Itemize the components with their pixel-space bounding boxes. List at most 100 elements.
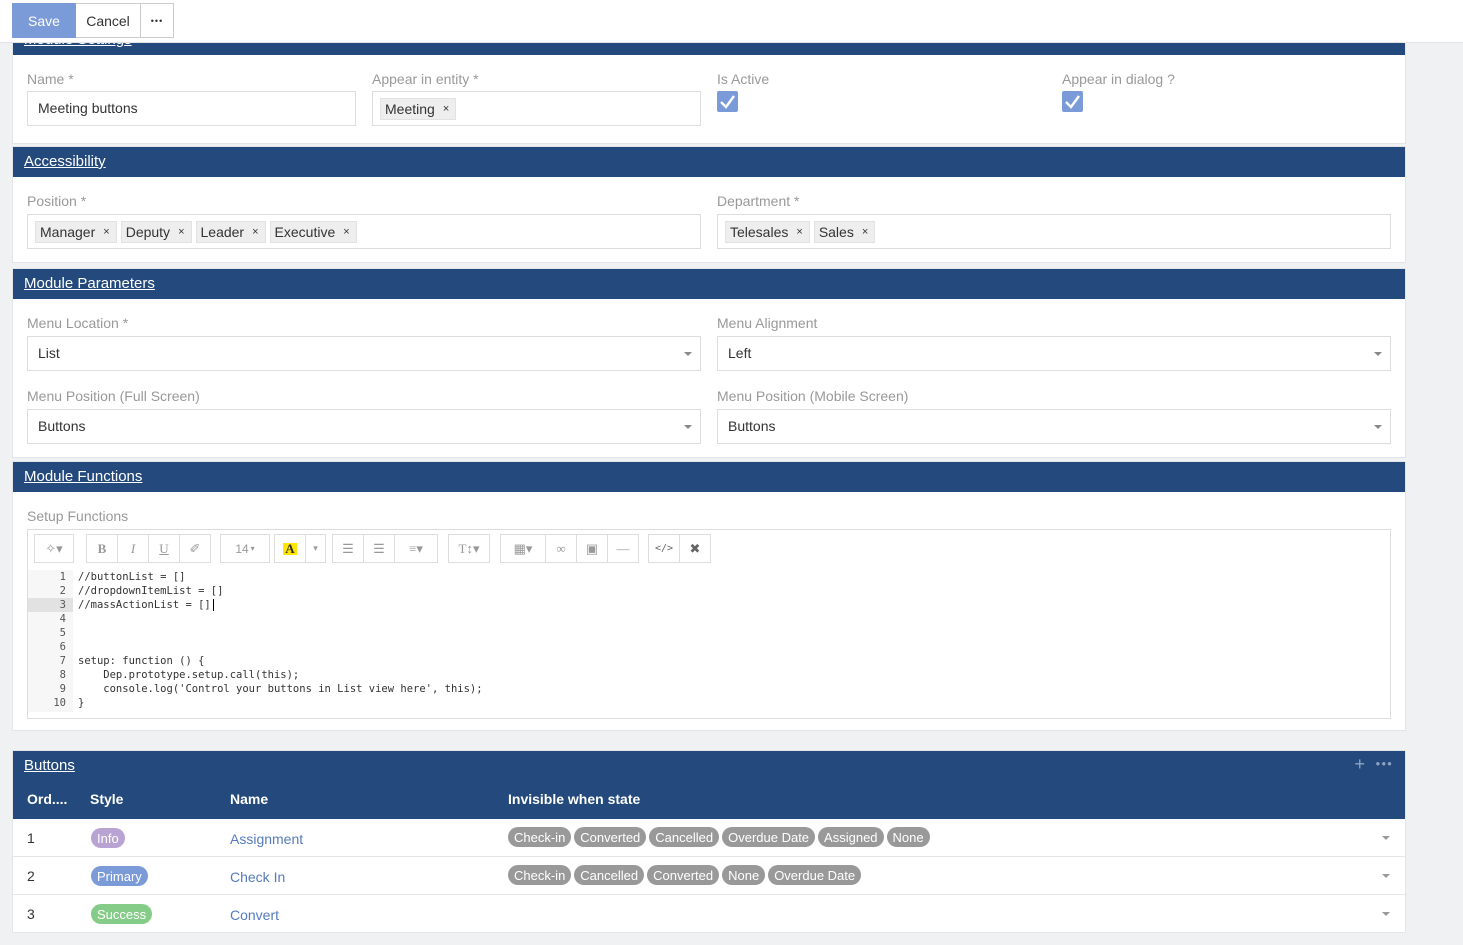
align-button[interactable]: ≡▾ [394,534,438,563]
code-line: //dropdownItemList = [] [78,585,224,597]
add-icon[interactable]: + [1354,754,1365,775]
bold-button[interactable]: B [86,534,118,563]
button-name-link[interactable]: Assignment [230,831,303,847]
link-icon: ∞ [556,540,566,556]
italic-icon: I [130,540,136,556]
tag-label: Executive [274,224,336,240]
department-field[interactable]: Telesales × Sales × [717,214,1391,249]
code-line: } [78,697,85,709]
tag-label: Manager [40,224,96,240]
panel-title[interactable]: Buttons [24,757,75,774]
tag-label: Deputy [125,224,171,240]
buttons-panel: Buttons + ●●● Ord.... Style Name Invisib… [12,750,1406,933]
panel-title[interactable]: Module Parameters [24,275,155,292]
row-actions-chevron-down-icon[interactable] [1382,874,1390,878]
remove-tag-icon[interactable]: × [343,226,349,238]
state-badge: Cancelled [574,865,645,885]
underline-button[interactable]: U [148,534,180,563]
remove-tag-icon[interactable]: × [252,226,258,238]
eraser-icon: ✐ [189,540,201,556]
column-order[interactable]: Ord.... [27,791,67,807]
panel-title[interactable]: Module Settings [24,31,132,48]
column-style[interactable]: Style [90,791,123,807]
code-area[interactable]: 1 //buttonList = [] 2 //dropdownItemList = … [28,570,1390,712]
row-actions-chevron-down-icon[interactable] [1382,836,1390,840]
font-size-group: 14 ▾ [220,534,270,563]
clear-format-button[interactable]: ✐ [179,534,211,563]
position-field[interactable]: Manager × Deputy × Leader × Executive × [27,214,701,249]
image-button[interactable]: ▣ [576,534,608,563]
style-badge: Primary [91,866,148,886]
align-icon: ≡▾ [409,540,423,556]
panel-title[interactable]: Accessibility [24,153,106,170]
button-name-link[interactable]: Convert [230,907,279,923]
entity-field[interactable]: Meeting × [372,91,701,126]
more-icon[interactable]: ●●● [1376,759,1394,768]
horizontal-rule-button[interactable]: — [607,534,639,563]
menu-mobile-select[interactable]: Buttons [717,409,1391,444]
panel-header: Buttons + ●●● [13,751,1405,781]
bullet-list-button[interactable]: ☰ [332,534,364,563]
remove-tag-icon[interactable]: × [862,226,868,238]
remove-tag-icon[interactable]: × [443,103,449,115]
font-size-button[interactable]: 14 ▾ [220,534,270,563]
color-dropdown-button[interactable]: ▾ [305,534,326,563]
row-actions-chevron-down-icon[interactable] [1382,912,1390,916]
dialog-checkbox[interactable] [1062,91,1083,112]
name-field[interactable]: Meeting buttons [27,91,356,126]
more-icon: ••• [150,15,164,26]
menu-alignment-select[interactable]: Left [717,336,1391,371]
link-button[interactable]: ∞ [545,534,577,563]
code-line: console.log('Control your buttons in Lis… [78,683,483,695]
italic-button[interactable]: I [117,534,149,563]
accessibility-panel: Accessibility Position * Manager × Deputy ×… [12,146,1406,263]
expand-icon: ✖ [689,540,701,556]
panel-header: Module Settings [13,29,1405,55]
code-line: //massActionList = [] [78,599,211,611]
department-tags: Telesales × Sales × [725,221,876,243]
state-badge: Check-in [508,865,572,885]
position-tag: Leader × [195,221,266,243]
menu-full-select[interactable]: Buttons [27,409,701,444]
code-editor[interactable]: ✧▾ B I U ✐ 14 ▾ A ▾ ☰ ☰ ≡▾ T↕▾ ▦▾ ∞ ▣ — … [27,529,1391,719]
font-size-value: 14 [235,541,249,556]
text-color-button[interactable]: A [274,534,306,563]
chevron-down-icon: ▾ [250,544,255,553]
remove-tag-icon[interactable]: × [178,226,184,238]
name-label: Name * [27,71,74,87]
tag-label: Leader [200,224,245,240]
line-number: 9 [59,683,66,695]
state-badge: None [886,827,930,847]
panel-title[interactable]: Module Functions [24,468,142,485]
table-button[interactable]: ▦▾ [500,534,546,563]
menu-mobile-value: Buttons [728,418,776,434]
menu-location-value: List [38,345,60,361]
numbered-list-button[interactable]: ☰ [363,534,395,563]
chevron-down-icon [1374,352,1382,356]
module-functions-panel: Module Functions Setup Functions ✧▾ B I … [12,461,1406,731]
code-view-button[interactable]: </> [648,534,680,563]
column-name[interactable]: Name [230,791,268,807]
column-invisible-state[interactable]: Invisible when state [508,791,640,807]
panel-header: Module Functions [13,462,1405,492]
code-line: //buttonList = [] [78,571,186,583]
button-name-link[interactable]: Check In [230,869,285,885]
line-height-button[interactable]: T↕▾ [448,534,490,563]
state-badge: Converted [647,865,720,885]
menu-location-select[interactable]: List [27,336,701,371]
menu-location-label: Menu Location * [27,315,129,331]
style-badge: Success [91,904,153,924]
code-line: setup: function () { [78,655,205,667]
name-value: Meeting buttons [38,100,138,116]
active-checkbox[interactable] [717,91,738,112]
remove-tag-icon[interactable]: × [796,226,802,238]
magic-style-button[interactable]: ✧▾ [34,534,74,563]
checkmark-icon [1065,95,1080,109]
fullscreen-button[interactable]: ✖ [679,534,711,563]
line-number: 5 [59,627,66,639]
code-icon: </> [654,543,674,554]
table-row: 3 Success Convert [13,895,1405,933]
row-order: 1 [27,830,35,846]
remove-tag-icon[interactable]: × [103,226,109,238]
numbered-list-icon: ☰ [373,540,385,556]
